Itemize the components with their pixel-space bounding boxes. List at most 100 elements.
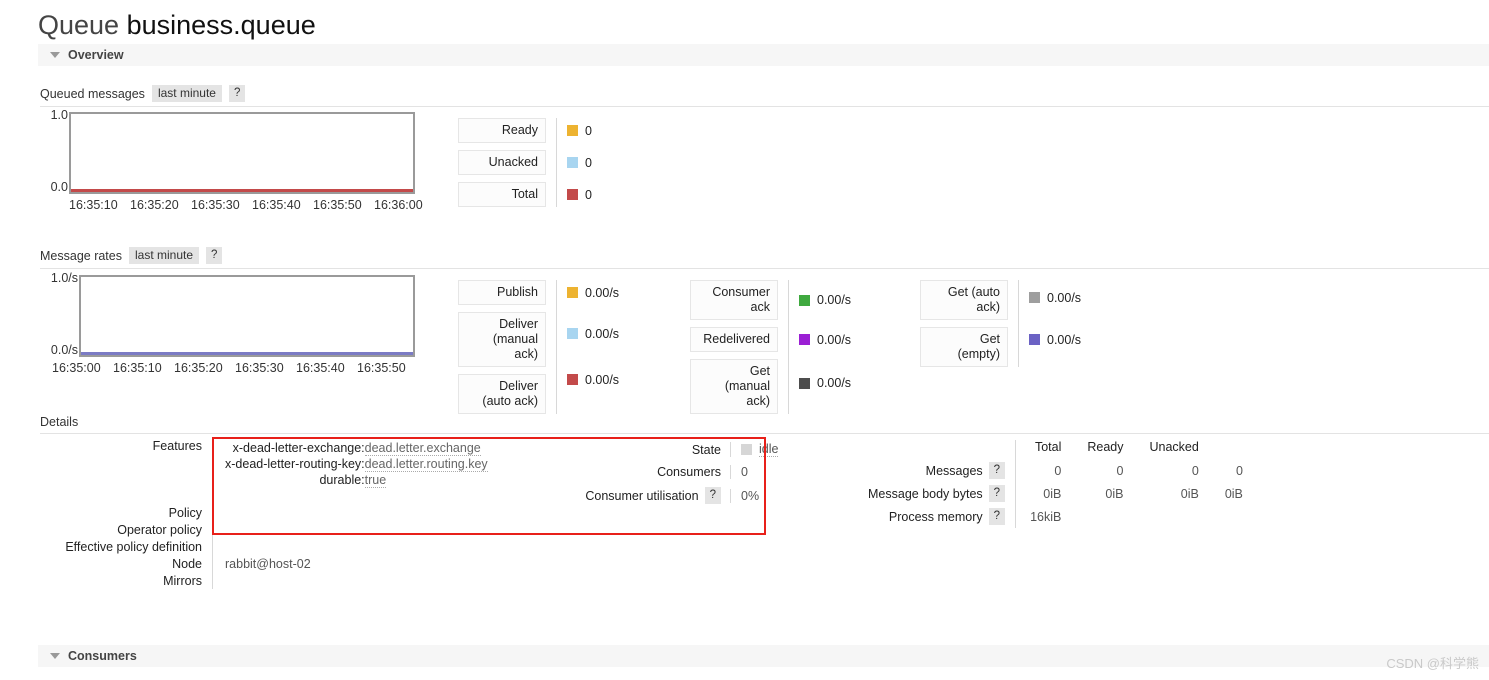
legend-swatch-get-auto-ack bbox=[1029, 292, 1040, 303]
feature-row: x-dead-letter-exchange: dead.letter.exch… bbox=[225, 440, 488, 456]
legend-button-publish[interactable]: Publish bbox=[458, 280, 546, 305]
queued-messages-period-selector[interactable]: last minute bbox=[151, 85, 222, 102]
details-label-effective-policy: Effective policy definition bbox=[65, 540, 202, 554]
queued-chart-xtick: 16:36:00 bbox=[374, 198, 423, 212]
details-label-features: Features bbox=[152, 439, 202, 453]
queue-detail-page: Queue business.queue Overview Queued mes… bbox=[0, 0, 1489, 680]
state-indicator-icon bbox=[741, 444, 752, 455]
state-label: State bbox=[691, 442, 721, 457]
rates-chart-xtick: 16:35:50 bbox=[357, 361, 406, 375]
details-row-effective-policy: Effective policy definition bbox=[40, 538, 772, 555]
rates-chart-baseline bbox=[81, 352, 413, 355]
rates-chart-plot-area bbox=[79, 275, 415, 357]
legend-value-unacked: 0 bbox=[585, 155, 592, 170]
column-header-extra bbox=[1199, 440, 1243, 459]
queued-chart-xtick: 16:35:30 bbox=[191, 198, 240, 212]
legend-button-consumer-ack[interactable]: Consumer ack bbox=[690, 280, 778, 320]
messages-stats-header-row: Total Ready Unacked bbox=[868, 440, 1243, 459]
consumer-utilisation-help-icon[interactable]: ? bbox=[704, 487, 721, 504]
details-heading: Details bbox=[40, 415, 79, 429]
queued-messages-help-icon[interactable]: ? bbox=[228, 85, 246, 102]
rates-chart-ytick-max: 1.0/s bbox=[50, 271, 78, 285]
queued-chart-ytick-max: 1.0 bbox=[50, 108, 68, 122]
legend-swatch-consumer-ack bbox=[799, 294, 810, 306]
feature-value: dead.letter.routing.key bbox=[364, 457, 488, 472]
details-label-operator-policy: Operator policy bbox=[117, 523, 202, 537]
legend-button-get-auto-ack[interactable]: Get (auto ack) bbox=[920, 280, 1008, 320]
legend-divider bbox=[788, 280, 789, 414]
messages-stats-corner bbox=[868, 440, 1016, 459]
legend-swatch-get-manual-ack bbox=[799, 377, 810, 389]
legend-value-get-auto-ack: 0.00/s bbox=[1047, 290, 1082, 305]
legend-button-get-empty[interactable]: Get (empty) bbox=[920, 327, 1008, 367]
message-body-bytes-help-icon[interactable]: ? bbox=[988, 485, 1006, 502]
legend-button-unacked[interactable]: Unacked bbox=[458, 150, 546, 175]
legend-value-deliver-auto-ack: 0.00/s bbox=[585, 372, 620, 387]
queue-name: business.queue bbox=[126, 10, 316, 40]
section-header-consumers[interactable]: Consumers bbox=[38, 645, 1489, 667]
consumers-label: Consumers bbox=[657, 465, 721, 479]
cell-memory-ready bbox=[1061, 505, 1123, 528]
feature-row: durable: true bbox=[225, 472, 488, 488]
message-rates-help-icon[interactable]: ? bbox=[206, 247, 223, 264]
messages-help-icon[interactable]: ? bbox=[988, 462, 1006, 479]
queued-chart-xtick: 16:35:10 bbox=[69, 198, 118, 212]
legend-value-deliver-manual-ack: 0.00/s bbox=[585, 326, 620, 341]
legend-button-deliver-auto-ack[interactable]: Deliver (auto ack) bbox=[458, 374, 546, 414]
consumer-utilisation-label: Consumer utilisation bbox=[585, 488, 699, 503]
details-value-node: rabbit@host-02 bbox=[212, 555, 772, 572]
rates-chart-xtick: 16:35:40 bbox=[296, 361, 345, 375]
details-label-mirrors: Mirrors bbox=[163, 574, 202, 588]
legend-swatch-publish bbox=[567, 287, 578, 298]
details-value-effective-policy bbox=[212, 538, 772, 555]
queued-chart-xtick: 16:35:40 bbox=[252, 198, 301, 212]
queued-chart-xtick: 16:35:50 bbox=[313, 198, 362, 212]
legend-swatch-get-empty bbox=[1029, 334, 1040, 345]
legend-value-consumer-ack: 0.00/s bbox=[817, 293, 852, 307]
details-value-mirrors bbox=[212, 572, 772, 589]
feature-value: true bbox=[364, 473, 387, 488]
column-header-total: Total bbox=[1015, 440, 1062, 459]
caret-down-icon bbox=[50, 52, 60, 58]
message-rates-legend-col2: Consumer ack Redelivered Get (manual ack… bbox=[690, 280, 851, 414]
page-title-prefix: Queue bbox=[38, 10, 120, 40]
feature-key: x-dead-letter-exchange: bbox=[232, 441, 365, 455]
queued-chart-plot-area bbox=[69, 112, 415, 194]
message-rates-subheader: Message rates last minute ? bbox=[40, 247, 1489, 269]
queued-messages-subheader: Queued messages last minute ? bbox=[40, 85, 1489, 107]
message-rates-period-selector[interactable]: last minute bbox=[128, 247, 200, 264]
cell-memory-extra bbox=[1199, 505, 1243, 528]
table-row: Process memory ? 16kiB bbox=[868, 505, 1243, 528]
cell-bytes-total: 0iB bbox=[1015, 482, 1062, 505]
consumers-row: Consumers 0 bbox=[560, 465, 790, 479]
cell-messages-total: 0 bbox=[1015, 459, 1062, 482]
legend-divider bbox=[1018, 280, 1019, 367]
details-label-node: Node bbox=[172, 557, 202, 571]
queued-messages-chart: 1.0 0.0 16:35:10 16:35:20 16:35:30 16:35… bbox=[40, 108, 440, 212]
legend-button-ready[interactable]: Ready bbox=[458, 118, 546, 143]
queued-messages-legend: Ready Unacked Total 0 0 0 bbox=[458, 118, 592, 207]
legend-value-total: 0 bbox=[585, 187, 592, 202]
cell-bytes-ready: 0iB bbox=[1105, 486, 1124, 501]
consumer-utilisation-label-container: Consumer utilisation ? bbox=[560, 487, 730, 504]
section-label-overview: Overview bbox=[68, 48, 124, 62]
queued-chart-total-line bbox=[71, 189, 413, 192]
queue-state-block: State idle Consumers 0 Consumer utilisat… bbox=[560, 442, 790, 512]
legend-divider bbox=[556, 280, 557, 414]
legend-value-get-empty: 0.00/s bbox=[1047, 332, 1082, 347]
rates-chart-xtick: 16:35:20 bbox=[174, 361, 223, 375]
legend-button-total[interactable]: Total bbox=[458, 182, 546, 207]
details-row-mirrors: Mirrors bbox=[40, 572, 772, 589]
column-header-ready: Ready bbox=[1087, 440, 1124, 454]
feature-key: x-dead-letter-routing-key: bbox=[225, 457, 365, 471]
section-header-overview[interactable]: Overview bbox=[38, 44, 1489, 66]
cell-memory-total: 16kiB bbox=[1015, 505, 1062, 528]
queued-chart-x-axis: 16:35:10 16:35:20 16:35:30 16:35:40 16:3… bbox=[69, 198, 435, 212]
row-label-process-memory: Process memory ? bbox=[868, 505, 1016, 528]
legend-swatch-ready bbox=[567, 125, 578, 136]
legend-button-get-manual-ack[interactable]: Get (manual ack) bbox=[690, 359, 778, 414]
process-memory-help-icon[interactable]: ? bbox=[988, 508, 1006, 525]
legend-button-deliver-manual-ack[interactable]: Deliver (manual ack) bbox=[458, 312, 546, 367]
legend-button-redelivered[interactable]: Redelivered bbox=[690, 327, 778, 352]
queued-chart-ytick-min: 0.0 bbox=[50, 180, 68, 194]
